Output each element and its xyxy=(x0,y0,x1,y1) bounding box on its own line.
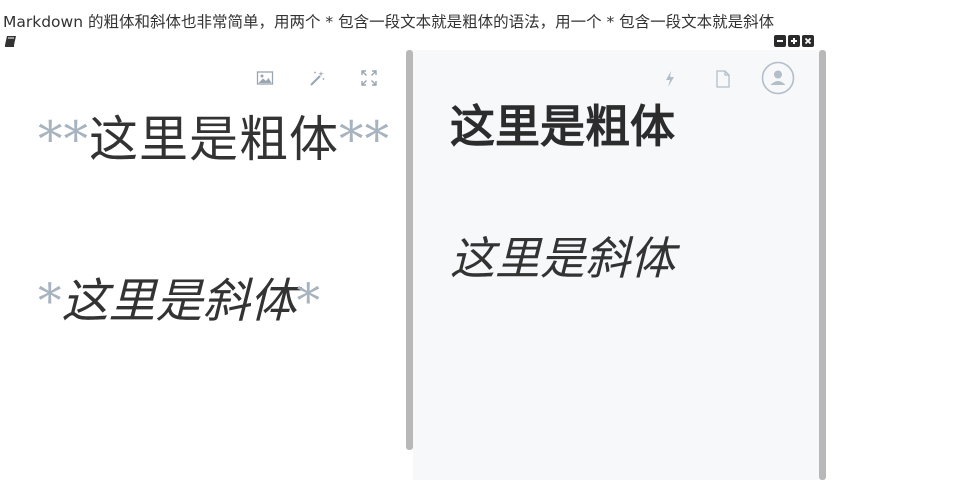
user-avatar-icon[interactable] xyxy=(761,61,795,99)
markdown-editor[interactable]: **这里是粗体** *这里是斜体* xyxy=(0,50,405,480)
intro-text: Markdown 的粗体和斜体也非常简单，用两个 * 包含一段文本就是粗体的语法… xyxy=(3,13,775,31)
close-icon[interactable] xyxy=(802,35,814,47)
lightning-icon[interactable] xyxy=(663,70,677,92)
italic-marker-close: * xyxy=(296,274,321,329)
maximize-icon[interactable] xyxy=(788,35,800,47)
editor-scrollbar[interactable] xyxy=(406,50,413,450)
document-icon[interactable] xyxy=(715,70,731,92)
preview-bold-text: 这里是粗体 xyxy=(450,100,676,153)
editor-italic-text: 这里是斜体 xyxy=(61,274,297,329)
editor-bold-line[interactable]: **这里是粗体** xyxy=(38,100,390,171)
fullscreen-icon[interactable] xyxy=(360,69,378,87)
bold-marker-close: ** xyxy=(339,111,391,168)
book-icon[interactable] xyxy=(4,33,18,47)
minimize-icon[interactable] xyxy=(774,35,786,47)
markdown-preview: 这里是粗体 这里是斜体 xyxy=(413,50,819,480)
editor-bold-text: 这里是粗体 xyxy=(89,111,340,168)
window-controls xyxy=(774,35,814,47)
magic-wand-icon[interactable] xyxy=(308,69,326,87)
image-icon[interactable] xyxy=(256,69,274,87)
preview-scrollbar[interactable] xyxy=(819,50,826,480)
preview-italic-text: 这里是斜体 xyxy=(450,232,676,285)
bold-marker-open: ** xyxy=(38,111,89,168)
editor-italic-line[interactable]: *这里是斜体* xyxy=(38,262,320,331)
italic-marker-open: * xyxy=(38,274,62,329)
page: Markdown 的粗体和斜体也非常简单，用两个 * 包含一段文本就是粗体的语法… xyxy=(0,0,967,480)
